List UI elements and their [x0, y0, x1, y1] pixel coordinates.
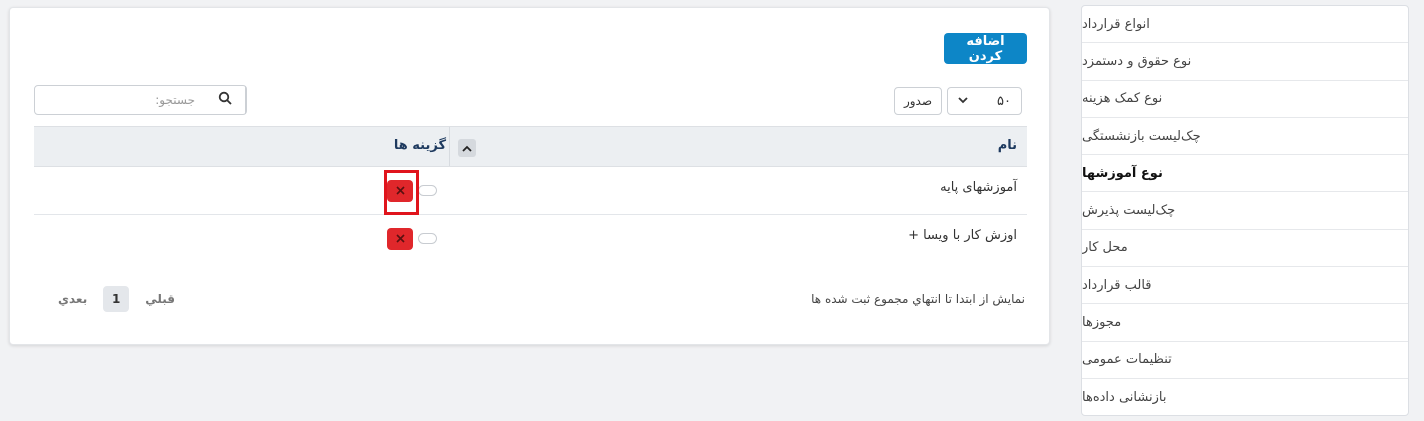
table-row: اوزش کار با ویسا +: [34, 215, 1027, 263]
next-page-link[interactable]: بعدي: [58, 292, 87, 306]
sidebar-item-salary-types[interactable]: نوع حقوق و دستمزد: [1082, 43, 1408, 81]
sidebar-item-contract-types[interactable]: انواع قرارداد: [1082, 6, 1408, 44]
row-name: اوزش کار با ویسا +: [908, 228, 1017, 243]
close-icon: [395, 184, 405, 199]
sort-toggle-button[interactable]: [458, 139, 476, 157]
sidebar-item-contract-template[interactable]: قالب قرارداد: [1082, 267, 1408, 305]
page-number-button[interactable]: 1: [103, 286, 130, 312]
sidebar-item-label: چک‌لیست بازنشستگی: [1082, 128, 1201, 144]
column-header-options: گزینه ها: [393, 138, 446, 153]
settings-sidebar: انواع قرارداد نوع حقوق و دستمزد نوع کمک …: [1081, 5, 1409, 416]
column-header-name[interactable]: نام: [998, 138, 1017, 153]
previous-page-link[interactable]: قبلي: [145, 292, 175, 306]
chevron-up-icon: [462, 141, 472, 156]
sidebar-item-label: قالب قرارداد: [1082, 277, 1152, 293]
sidebar-item-label: بازنشانی داده‌ها: [1082, 390, 1167, 406]
search-input[interactable]: [35, 86, 205, 114]
sidebar-item-label: نوع کمک هزینه: [1082, 91, 1163, 107]
sidebar-item-reset-data[interactable]: بازنشانی داده‌ها: [1082, 379, 1408, 415]
close-icon: [395, 232, 405, 247]
sidebar-item-label: مجوزها: [1082, 315, 1122, 331]
sidebar-item-label: چک‌لیست پذیرش: [1082, 203, 1176, 219]
table-row: آموزشهای پایه: [34, 167, 1027, 215]
page-length-select[interactable]: ۵۰: [947, 87, 1022, 115]
search-icon: [218, 91, 232, 109]
export-button[interactable]: صدور: [894, 87, 942, 115]
sidebar-item-permissions[interactable]: مجوزها: [1082, 304, 1408, 342]
search-button[interactable]: [205, 86, 246, 114]
table-header: نام گزینه ها: [34, 126, 1027, 167]
add-button[interactable]: اضافه کردن: [944, 33, 1027, 64]
sidebar-item-retirement-checklist[interactable]: چک‌لیست بازنشستگی: [1082, 118, 1408, 156]
sidebar-item-label: محل کار: [1082, 240, 1128, 256]
table-info-text: نمایش از ابتدا تا انتهاي مجموع ثبت شده ه…: [811, 292, 1025, 306]
sidebar-item-label: نوع آموزشها: [1082, 165, 1163, 181]
delete-button[interactable]: [387, 180, 413, 202]
sidebar-item-label: تنظیمات عمومی: [1082, 352, 1172, 368]
sidebar-item-allowance-types[interactable]: نوع کمک هزینه: [1082, 81, 1408, 118]
status-toggle[interactable]: [418, 233, 437, 244]
sidebar-item-onboarding-checklist[interactable]: چک‌لیست پذیرش: [1082, 192, 1408, 230]
delete-button[interactable]: [387, 228, 413, 250]
page-length-value: ۵۰: [997, 93, 1011, 109]
status-toggle[interactable]: [418, 185, 437, 196]
column-divider: [449, 127, 450, 166]
chevron-down-icon: [958, 96, 968, 107]
row-name: آموزشهای پایه: [940, 180, 1017, 195]
sidebar-item-general-settings[interactable]: تنظیمات عمومی: [1082, 342, 1408, 379]
sidebar-item-work-location[interactable]: محل کار: [1082, 230, 1408, 268]
sidebar-item-label: نوع حقوق و دستمزد: [1082, 53, 1192, 69]
training-types-card: اضافه کردن ۵۰ صدور نام گزینه ها آموزشهای…: [9, 7, 1050, 345]
sidebar-item-label: انواع قرارداد: [1082, 16, 1150, 32]
pagination: بعدي 1 قبلي: [58, 286, 175, 312]
search-box: [34, 85, 247, 115]
sidebar-item-training-types[interactable]: نوع آموزشها: [1082, 155, 1408, 193]
